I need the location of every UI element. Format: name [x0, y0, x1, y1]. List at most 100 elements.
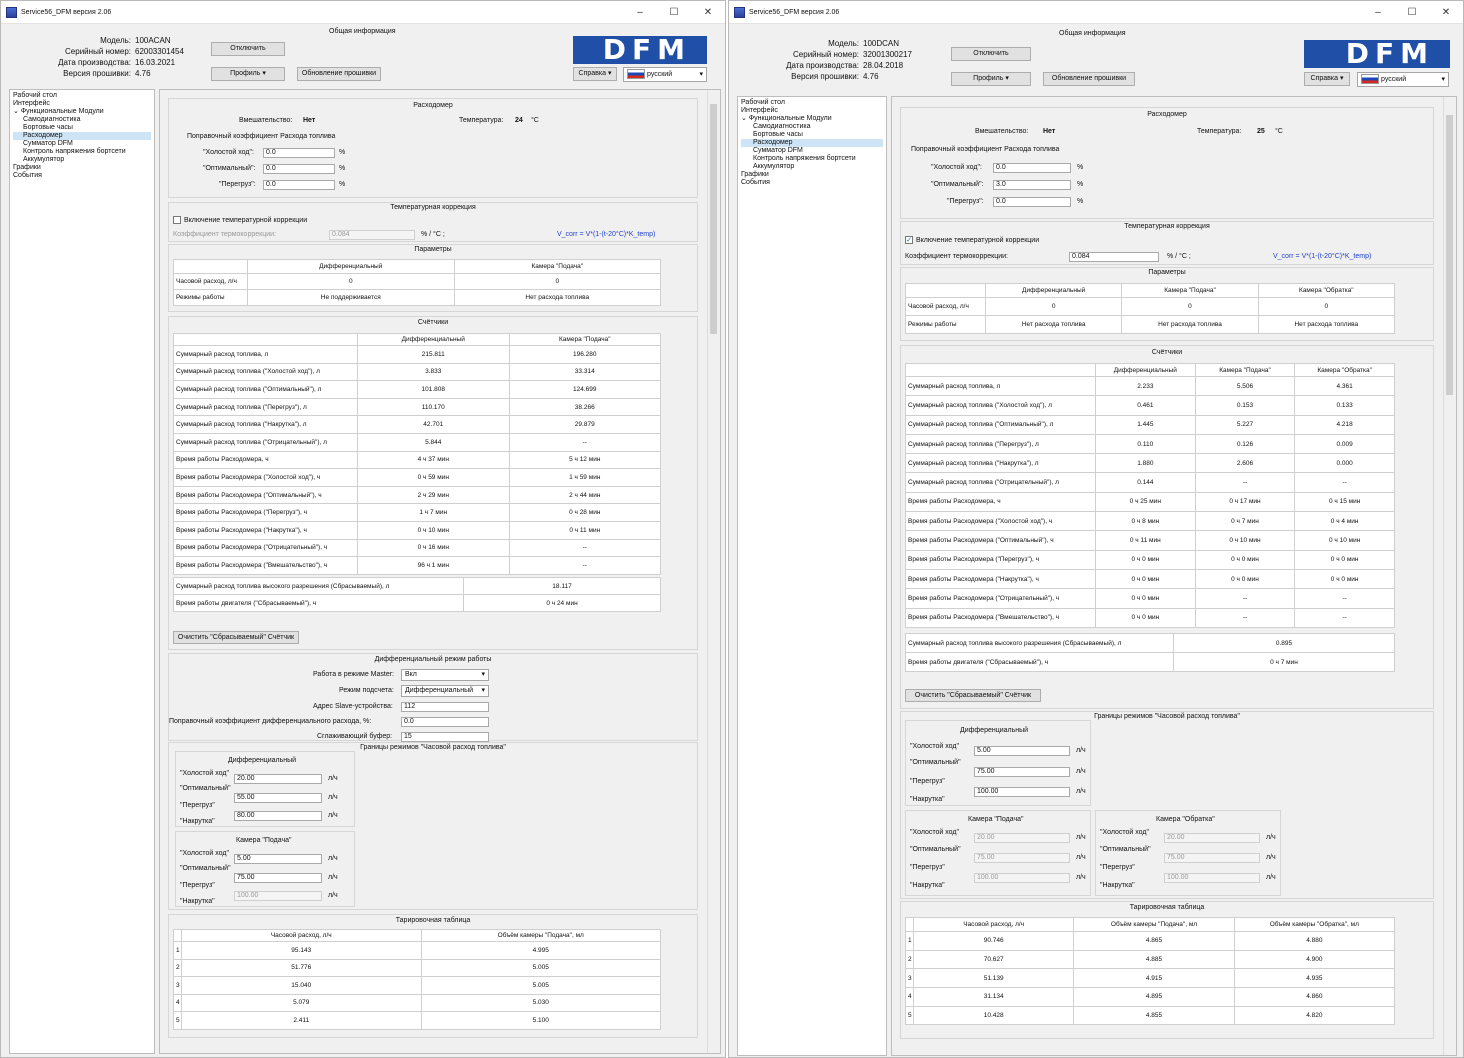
table-cell: 51.139	[912, 968, 1075, 989]
tree-item-charts[interactable]: Графики	[741, 171, 883, 179]
diff-over-input[interactable]: 100.00	[974, 787, 1070, 797]
idle-corr-input[interactable]: 0.0	[263, 148, 335, 158]
vertical-scrollbar[interactable]	[1443, 97, 1456, 1055]
tree-item-interface[interactable]: Интерфейс	[741, 107, 883, 115]
table-cell: --	[508, 556, 661, 575]
temp-correction-checkbox[interactable]: Включение температурной коррекции	[173, 216, 307, 224]
temp-coef-unit: % / °С ;	[1167, 253, 1191, 260]
tree-item-voltage[interactable]: Контроль напряжения бортсети	[741, 155, 883, 163]
temp-coef-input[interactable]: 0.084	[329, 230, 415, 240]
expand-chevron-icon[interactable]: ⌄	[13, 108, 21, 115]
temp-coef-input[interactable]: 0.084	[1069, 252, 1159, 262]
opt-corr-input[interactable]: 3.0	[993, 180, 1071, 190]
supply-opt-input[interactable]: 75.00	[974, 853, 1070, 863]
supply-over-input[interactable]: 100.00	[974, 873, 1070, 883]
help-button[interactable]: Справка ▾	[573, 67, 617, 81]
profile-button[interactable]: Профиль ▾	[951, 72, 1031, 86]
profile-button[interactable]: Профиль ▾	[211, 67, 285, 81]
parameters-title: Параметры	[414, 246, 452, 253]
supply-over-input[interactable]: 100.00	[234, 891, 322, 901]
dfm-logo: DFM	[573, 36, 707, 64]
tree-item-interface[interactable]: Интерфейс	[13, 100, 151, 108]
scrollbar-thumb[interactable]	[1446, 115, 1453, 395]
diff-idle-input[interactable]: 20.00	[234, 774, 322, 784]
table-cell: Не поддерживается	[247, 289, 455, 306]
app-icon	[6, 6, 17, 18]
opt-corr-input[interactable]: 0.0	[263, 164, 335, 174]
checkbox-unchecked-icon[interactable]	[173, 216, 181, 224]
return-opt-input[interactable]: 75.00	[1164, 853, 1260, 863]
return-over-input[interactable]: 100.00	[1164, 873, 1260, 883]
close-icon[interactable]: ✕	[691, 7, 725, 18]
temp-correction-checkbox[interactable]: ✓ Включение температурной коррекции	[905, 236, 1039, 244]
return-bounds-group: Камера "Обратка" "Холостой ход" 20.00 л/…	[1095, 810, 1281, 896]
maximize-icon[interactable]: ☐	[1395, 7, 1429, 18]
app-window-right: Service56_DFM версия 2.06 – ☐ ✕ Модель: 1…	[728, 0, 1464, 1058]
over-corr-input[interactable]: 0.0	[263, 180, 335, 190]
smooth-buffer-input[interactable]: 15	[401, 732, 489, 742]
tree-item-flowmeter[interactable]: Расходомер	[13, 132, 151, 140]
tree-item-selfdiag[interactable]: Самодиагностика	[13, 116, 151, 124]
tree-item-clock[interactable]: Бортовые часы	[13, 124, 151, 132]
checkbox-checked-icon[interactable]: ✓	[905, 236, 913, 244]
tree-item-events[interactable]: События	[741, 179, 883, 187]
minimize-icon[interactable]: –	[623, 7, 657, 18]
supply-opt-input[interactable]: 75.00	[234, 873, 322, 883]
clear-reset-counter-button[interactable]: Очистить "Сбрасываемый" Счётчик	[173, 631, 299, 644]
calc-mode-select[interactable]: Дифференциальный ▾	[401, 685, 489, 697]
maximize-icon[interactable]: ☐	[657, 7, 691, 18]
table-cell: 15.040	[181, 976, 422, 995]
tree-item-summator[interactable]: Сумматор DFM	[741, 147, 883, 155]
tree-item-events[interactable]: События	[13, 172, 151, 180]
tree-item-voltage[interactable]: Контроль напряжения бортсети	[13, 148, 151, 156]
vertical-scrollbar[interactable]	[707, 90, 720, 1053]
return-idle-input[interactable]: 20.00	[1164, 833, 1260, 843]
table-cell: 51.776	[181, 958, 422, 977]
table-cell: 96 ч 1 мин	[357, 556, 510, 575]
tree-item-modules[interactable]: ⌄ Функциональные Модули	[13, 108, 151, 116]
tree-item-charts[interactable]: Графики	[13, 164, 151, 172]
unit-label: л/ч	[328, 874, 338, 881]
table-row: 5 10.428 4.855 4.820	[905, 1005, 1396, 1026]
clear-reset-counter-button[interactable]: Очистить "Сбрасываемый" Счётчик	[905, 689, 1041, 702]
language-select[interactable]: русский ▾	[1357, 72, 1449, 87]
master-select[interactable]: Вкл ▾	[401, 669, 489, 681]
tree-item-clock[interactable]: Бортовые часы	[741, 131, 883, 139]
tree-item-modules[interactable]: ⌄ Функциональные Модули	[741, 115, 883, 123]
temp-coef-unit: % / °С ;	[421, 231, 445, 238]
diff-opt-input[interactable]: 55.00	[234, 793, 322, 803]
bound-nak-label: "Накрутка"	[910, 882, 945, 889]
tree-item-battery[interactable]: Аккумулятор	[13, 156, 151, 164]
update-firmware-button[interactable]: Обновление прошивки	[1043, 72, 1135, 86]
tree-item-battery[interactable]: Аккумулятор	[741, 163, 883, 171]
table-cell: 0.126	[1194, 433, 1296, 455]
tree-item-selfdiag[interactable]: Самодиагностика	[741, 123, 883, 131]
tree-item-modules-label: Функциональные Модули	[748, 115, 832, 122]
diff-corr-input[interactable]: 0.0	[401, 717, 489, 727]
idle-corr-input[interactable]: 0.0	[993, 163, 1071, 173]
scrollbar-thumb[interactable]	[710, 104, 717, 334]
supply-idle-input[interactable]: 20.00	[974, 833, 1070, 843]
table-row: 4 5.079 5.030	[173, 993, 661, 1012]
diff-bounds-group: Дифференциальный "Холостой ход" 5.00 л/ч…	[905, 720, 1091, 806]
tree-item-desktop[interactable]: Рабочий стол	[741, 99, 883, 107]
table-row: Суммарный расход топлива ("Перегруз"), л…	[905, 433, 1395, 455]
minimize-icon[interactable]: –	[1361, 7, 1395, 18]
close-icon[interactable]: ✕	[1429, 7, 1463, 18]
diff-opt-input[interactable]: 75.00	[974, 767, 1070, 777]
tree-item-flowmeter[interactable]: Расходомер	[741, 139, 883, 147]
expand-chevron-icon[interactable]: ⌄	[741, 115, 749, 122]
help-button[interactable]: Справка ▾	[1304, 72, 1350, 86]
tree-item-desktop[interactable]: Рабочий стол	[13, 92, 151, 100]
tree-item-summator[interactable]: Сумматор DFM	[13, 140, 151, 148]
language-select[interactable]: русский ▾	[623, 67, 707, 82]
over-corr-input[interactable]: 0.0	[993, 197, 1071, 207]
disconnect-button[interactable]: Отключить	[211, 42, 285, 56]
profile-label: Профиль	[230, 70, 261, 77]
diff-idle-input[interactable]: 5.00	[974, 746, 1070, 756]
slave-address-input[interactable]: 112	[401, 702, 489, 712]
disconnect-button[interactable]: Отключить	[951, 47, 1031, 61]
update-firmware-button[interactable]: Обновление прошивки	[297, 67, 381, 81]
supply-idle-input[interactable]: 5.00	[234, 854, 322, 864]
diff-over-input[interactable]: 80.00	[234, 811, 322, 821]
